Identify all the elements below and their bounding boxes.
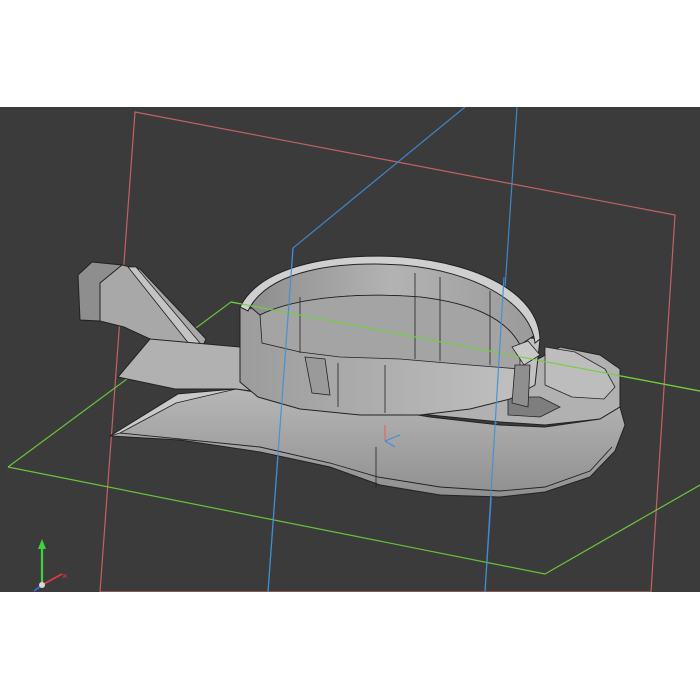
right-clip-shadow [511, 364, 531, 408]
x-axis-label: × [62, 571, 67, 581]
cad-viewport[interactable]: × [0, 107, 700, 592]
y-axis-arrowhead [38, 539, 46, 549]
xy-plane-front [7, 466, 700, 575]
axis-triad[interactable]: × [33, 539, 67, 592]
x-axis-arrow [41, 573, 63, 586]
scene-canvas[interactable]: × [0, 107, 700, 592]
axis-origin [39, 582, 45, 588]
ring-clip-model[interactable] [77, 255, 626, 498]
page: × [0, 0, 700, 700]
